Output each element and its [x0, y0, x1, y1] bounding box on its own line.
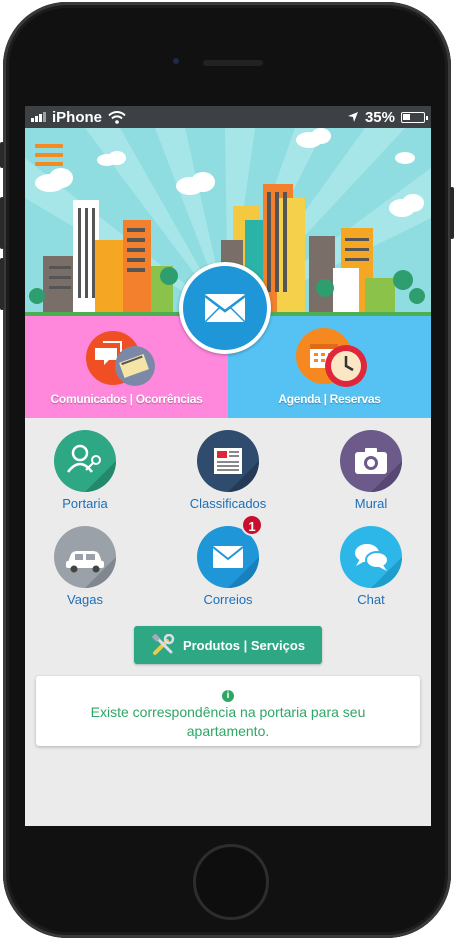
- location-arrow-icon: [347, 112, 358, 122]
- volume-down-button: [0, 258, 4, 310]
- chat-button[interactable]: Chat: [321, 526, 421, 607]
- battery-percentage: 35%: [364, 108, 395, 126]
- envelope-icon: [204, 294, 246, 323]
- home-button[interactable]: [193, 844, 269, 920]
- notice-line-2: apartamento.: [186, 723, 270, 739]
- car-icon: [66, 551, 116, 588]
- tile-agenda-label: Agenda | Reservas: [278, 392, 381, 406]
- wifi-icon: [108, 110, 126, 124]
- signal-icon: [31, 112, 46, 122]
- vagas-label: Vagas: [67, 592, 103, 607]
- carrier-name: iPhone: [52, 108, 103, 126]
- notice-line-1: Existe correspondência na portaria para …: [90, 704, 366, 720]
- earpiece-speaker: [203, 60, 263, 66]
- portaria-person-key-icon: [67, 444, 116, 492]
- correios-notification-badge: 1: [241, 514, 263, 536]
- correios-label: Correios: [203, 592, 253, 607]
- mural-button[interactable]: Mural: [321, 430, 421, 511]
- produtos-servicos-label: Produtos | Serviços: [182, 637, 306, 653]
- agenda-clock-icon: [296, 328, 367, 387]
- portaria-button[interactable]: Portaria: [35, 430, 135, 511]
- tile-comunicados-label: Comunicados | Ocorrências: [50, 392, 203, 406]
- newspaper-icon: [214, 448, 259, 492]
- portaria-label: Portaria: [62, 496, 108, 511]
- hamburger-menu-button[interactable]: [35, 144, 63, 168]
- classificados-button[interactable]: Classificados: [178, 430, 278, 511]
- classificados-label: Classificados: [189, 496, 267, 511]
- app-screen: iPhone 35% Comunicados | Ocorrências Age…: [25, 106, 431, 826]
- tools-icon: [151, 634, 175, 655]
- battery-icon: [401, 111, 428, 123]
- mute-switch: [0, 142, 4, 168]
- front-camera: [173, 58, 179, 64]
- status-bar: iPhone 35%: [25, 106, 431, 128]
- camera-icon: [355, 448, 402, 492]
- correios-button[interactable]: Correios: [178, 526, 278, 607]
- info-icon: i: [222, 690, 234, 702]
- chat-bubbles-icon: [355, 544, 402, 588]
- main-mail-button[interactable]: [179, 262, 271, 354]
- chat-label: Chat: [357, 592, 385, 607]
- correspondence-notice: i Existe correspondência na portaria par…: [36, 676, 420, 746]
- vagas-button[interactable]: Vagas: [35, 526, 135, 607]
- mural-label: Mural: [354, 496, 388, 511]
- produtos-servicos-button[interactable]: Produtos | Serviços: [134, 626, 322, 664]
- phone-frame: iPhone 35% Comunicados | Ocorrências Age…: [0, 2, 454, 938]
- volume-up-button: [0, 197, 4, 249]
- comunicados-icon: [86, 331, 155, 386]
- power-button: [450, 187, 454, 239]
